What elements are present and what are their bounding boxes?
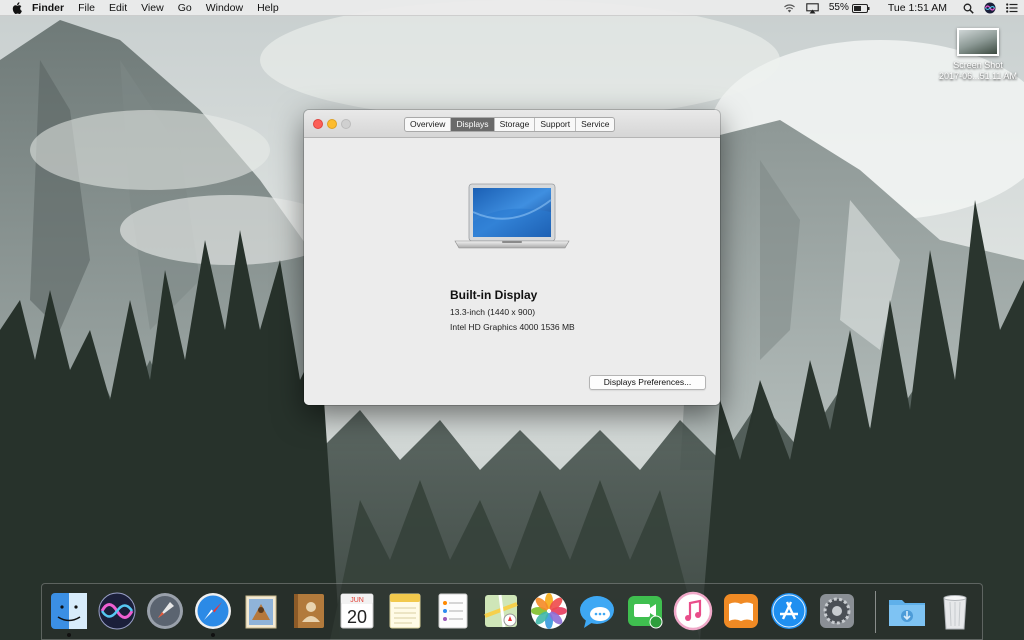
notification-center-status[interactable]	[1006, 3, 1018, 13]
dock-app-store[interactable]	[768, 590, 810, 632]
launchpad-icon	[147, 593, 183, 629]
battery-percent: 55%	[828, 2, 849, 13]
facetime-icon	[628, 596, 663, 629]
battery-icon	[851, 3, 870, 13]
ibooks-icon	[724, 594, 758, 628]
siri-icon	[98, 592, 136, 630]
messages-icon	[580, 596, 614, 628]
file-name-line2: 2017-06...51.11 AM	[939, 71, 1017, 81]
wifi-icon	[783, 4, 795, 13]
finder-icon	[51, 593, 87, 629]
dock-downloads[interactable]	[886, 590, 928, 632]
airplay-status[interactable]	[806, 2, 819, 14]
dock-mail[interactable]	[240, 590, 282, 632]
graphics-info: Intel HD Graphics 4000 1536 MB	[450, 322, 575, 332]
menu-view[interactable]: View	[134, 0, 171, 16]
apple-icon	[12, 1, 22, 14]
desktop-file-screenshot[interactable]: Screen Shot 2017-06...51.11 AM	[932, 28, 1024, 82]
dock-finder[interactable]	[48, 590, 90, 637]
close-button[interactable]	[313, 119, 323, 129]
dock-maps[interactable]	[480, 590, 522, 632]
status-menus: 55% Tue 1:51 AM	[783, 0, 1018, 16]
displays-pane: Built-in Display 13.3-inch (1440 x 900) …	[304, 138, 720, 405]
calendar-icon: JUN 20	[340, 593, 374, 629]
dock-reminders[interactable]	[432, 590, 474, 632]
window-titlebar[interactable]: Overview Displays Storage Support Servic…	[304, 110, 720, 138]
laptop-icon	[454, 183, 570, 249]
dock-itunes[interactable]	[672, 590, 714, 632]
notification-center-icon	[1006, 3, 1018, 13]
menu-window[interactable]: Window	[199, 0, 250, 16]
tab-overview[interactable]: Overview	[405, 118, 452, 131]
dock: JUN 20	[41, 583, 983, 640]
maps-icon	[484, 594, 518, 628]
dock-launchpad[interactable]	[144, 590, 186, 632]
tab-storage[interactable]: Storage	[495, 118, 536, 131]
running-indicator	[211, 633, 215, 637]
siri-icon	[984, 2, 996, 14]
tab-displays[interactable]: Displays	[451, 118, 495, 131]
photos-icon	[531, 593, 567, 629]
dock-siri[interactable]	[96, 590, 138, 632]
dock-notes[interactable]	[384, 590, 426, 632]
display-size: 13.3-inch (1440 x 900)	[450, 307, 536, 317]
safari-icon	[195, 593, 231, 629]
menu-file[interactable]: File	[71, 0, 102, 16]
tab-support[interactable]: Support	[535, 118, 577, 131]
downloads-folder-icon	[889, 600, 925, 626]
about-this-mac-window: Overview Displays Storage Support Servic…	[304, 110, 720, 405]
wifi-status[interactable]	[783, 3, 796, 13]
clock[interactable]: Tue 1:51 AM	[888, 0, 947, 16]
tab-service[interactable]: Service	[576, 118, 614, 131]
segmented-tabs: Overview Displays Storage Support Servic…	[404, 117, 616, 132]
dock-facetime[interactable]	[624, 590, 666, 632]
siri-status[interactable]	[984, 2, 996, 14]
calendar-day: 20	[347, 607, 367, 627]
spotlight-status[interactable]	[963, 3, 974, 14]
running-indicator	[67, 633, 71, 637]
mail-icon	[245, 595, 277, 629]
file-name-line1: Screen Shot	[953, 60, 1003, 70]
menu-edit[interactable]: Edit	[102, 0, 134, 16]
dock-contacts[interactable]	[288, 590, 330, 632]
display-name: Built-in Display	[450, 288, 538, 302]
dock-trash[interactable]	[934, 590, 976, 632]
system-preferences-icon	[820, 594, 854, 628]
displays-preferences-button[interactable]: Displays Preferences...	[589, 375, 706, 390]
menu-bar: Finder File Edit View Go Window Help 55%	[0, 0, 1024, 16]
file-thumbnail	[957, 28, 999, 56]
dock-photos[interactable]	[528, 590, 570, 632]
dock-safari[interactable]	[192, 590, 234, 637]
spotlight-icon	[963, 3, 974, 14]
calendar-month: JUN	[350, 597, 364, 604]
minimize-button[interactable]	[327, 119, 337, 129]
contacts-icon	[294, 594, 324, 628]
dock-system-preferences[interactable]	[816, 590, 858, 632]
dock-messages[interactable]	[576, 590, 618, 632]
menu-help[interactable]: Help	[250, 0, 286, 16]
menu-finder[interactable]: Finder	[26, 0, 71, 16]
trash-icon	[943, 595, 967, 630]
reminders-icon	[438, 593, 468, 629]
notes-icon	[389, 593, 421, 629]
app-store-icon	[771, 593, 807, 629]
menu-go[interactable]: Go	[171, 0, 199, 16]
dock-ibooks[interactable]	[720, 590, 762, 632]
dock-calendar[interactable]: JUN 20	[336, 590, 378, 632]
apple-menu[interactable]	[0, 1, 26, 14]
battery-status[interactable]: 55%	[829, 0, 870, 16]
zoom-button	[341, 119, 351, 129]
airplay-icon	[806, 2, 819, 13]
dock-separator	[875, 591, 876, 633]
itunes-icon	[673, 591, 713, 631]
